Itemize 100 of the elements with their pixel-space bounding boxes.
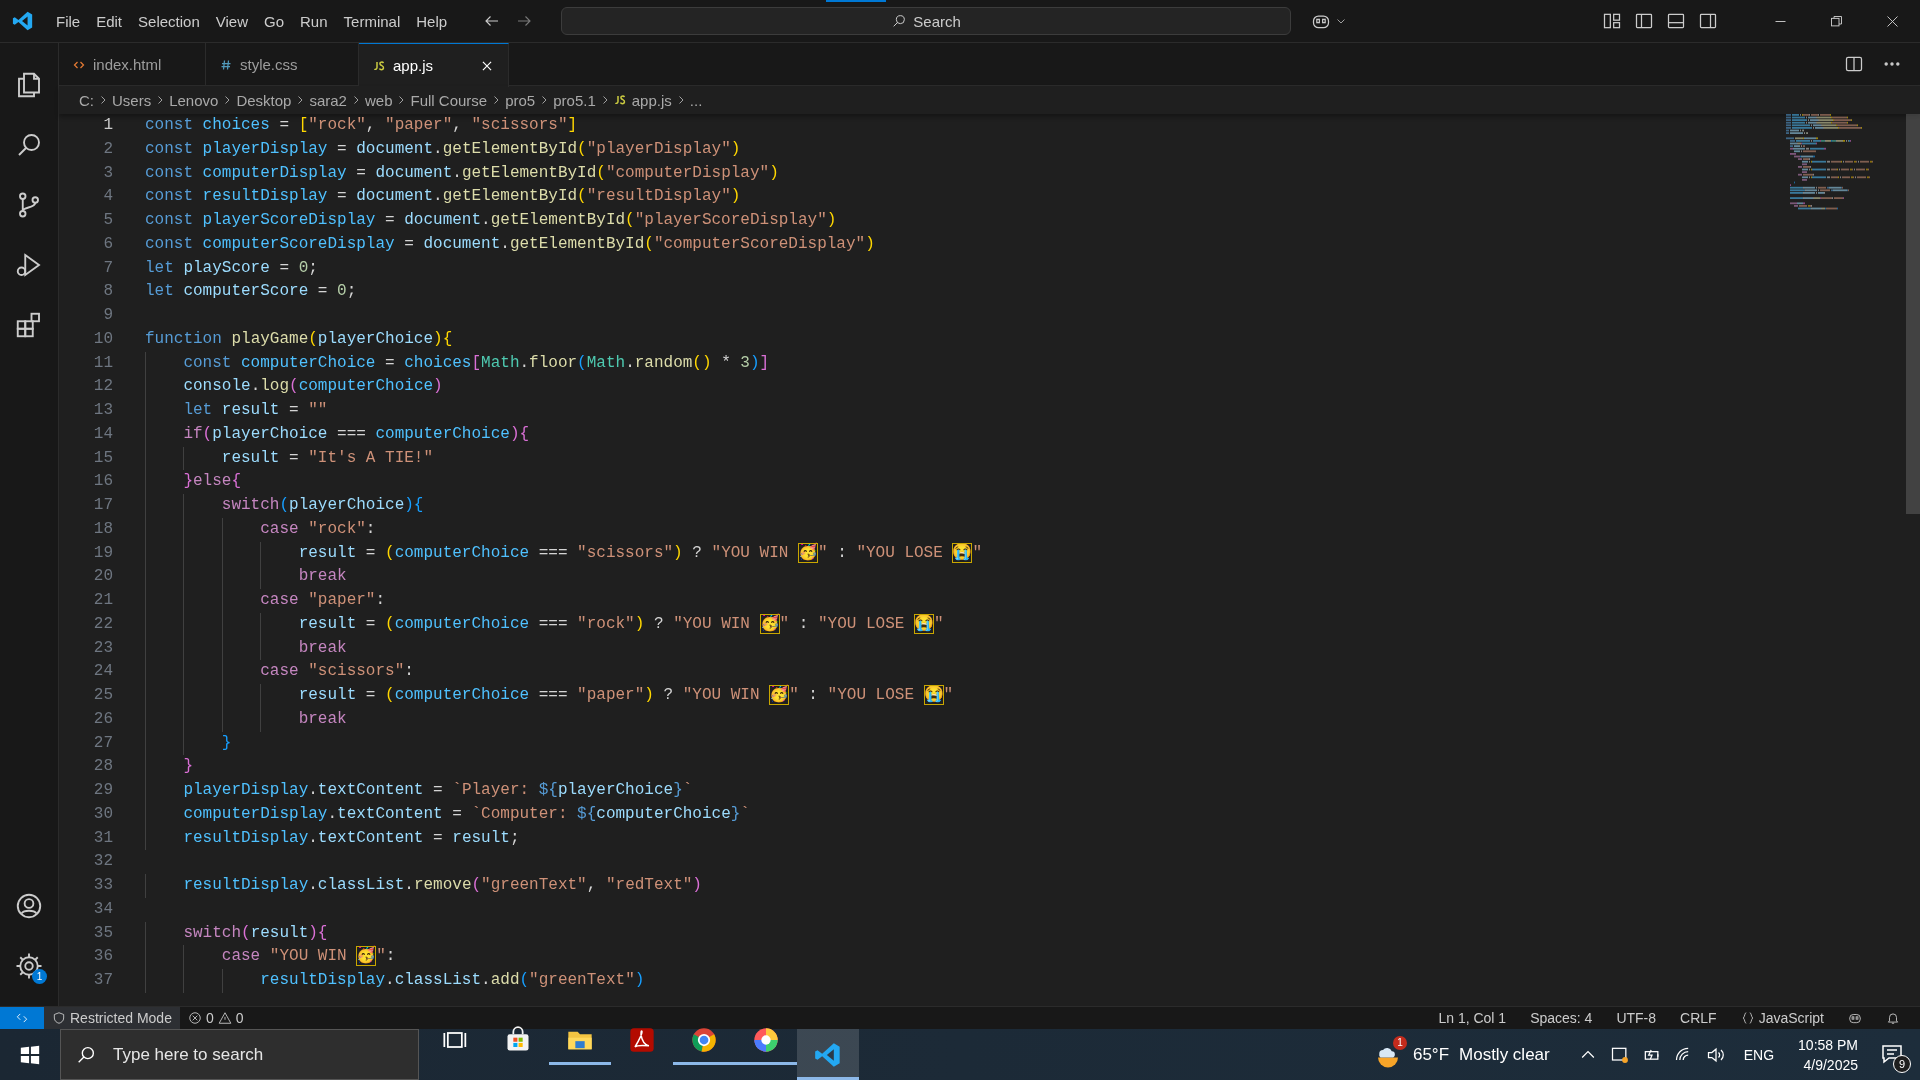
- code-line: result = (computerChoice === "rock") ? "YOU WIN 🥳" : "YOU LOSE 😭": [145, 612, 1920, 637]
- temperature-text: 65°F: [1412, 1044, 1450, 1065]
- bell-icon[interactable]: [1886, 1011, 1900, 1025]
- breadcrumb-item[interactable]: sara2: [309, 91, 347, 109]
- line-number: 36: [92, 946, 113, 968]
- status-item[interactable]: Spaces: 4: [1522, 1007, 1601, 1029]
- code-line: case "scissors":: [145, 660, 1920, 684]
- robot-icon[interactable]: [1848, 1011, 1862, 1025]
- line-number: 23: [92, 637, 113, 659]
- breadcrumb-item[interactable]: pro5.1: [553, 91, 596, 109]
- code-line: const resultDisplay = document.getElementById("resultDisplay"): [145, 186, 742, 208]
- sidebar-left-icon[interactable]: [1634, 11, 1654, 31]
- status-item[interactable]: CRLF: [1672, 1007, 1725, 1029]
- editor-tab[interactable]: index.html: [59, 43, 206, 86]
- code-line: const computerChoice = choices[Math.floor(Math.random() * 3)]: [145, 351, 1920, 376]
- status-item[interactable]: UTF-8: [1608, 1007, 1665, 1029]
- code-line: const playerDisplay = document.getElementById("playerDisplay"): [145, 138, 742, 160]
- line-number: 2: [102, 138, 113, 160]
- scrollbar-thumb[interactable]: [1906, 114, 1920, 514]
- line-number: 13: [92, 400, 113, 421]
- breadcrumb-item[interactable]: Desktop: [236, 91, 292, 109]
- breadcrumb-item[interactable]: Lenovo: [169, 91, 219, 109]
- code-line: break: [145, 565, 1920, 589]
- pdf-icon: [628, 1025, 656, 1054]
- account-icon[interactable]: [14, 891, 44, 921]
- code-line: const computerScoreDisplay = document.getElementById("computerScoreDisplay"): [145, 233, 876, 255]
- code-line: result = "It's A TIE!": [145, 446, 1920, 471]
- settings-icon[interactable]: [14, 951, 44, 981]
- sidebar-right-icon[interactable]: [1698, 11, 1718, 31]
- code-line: break: [145, 707, 1920, 732]
- language-button[interactable]: JavaScript: [1732, 1007, 1832, 1029]
- code-line: case "YOU WIN 🥳":: [145, 945, 1920, 969]
- menu-item[interactable]: Go: [256, 8, 292, 34]
- code-line: const choices = ["rock", "paper", "scissors"]: [145, 115, 579, 136]
- color-wheel-icon: [752, 1025, 780, 1054]
- line-number: 26: [92, 708, 113, 730]
- windows-start-icon[interactable]: [19, 1043, 41, 1066]
- menu-item[interactable]: View: [207, 8, 256, 34]
- restore-icon[interactable]: [1828, 13, 1844, 29]
- code-line: result = (computerChoice === "scissors") ? "YOU WIN 🥳" : "YOU LOSE 😭": [145, 541, 1920, 566]
- line-number: 25: [92, 685, 113, 706]
- notification-badge: 1: [1392, 1035, 1407, 1050]
- menu-item[interactable]: Terminal: [335, 8, 409, 34]
- line-number: 9: [102, 305, 113, 326]
- shield-icon: [52, 1011, 66, 1025]
- breadcrumb-item[interactable]: C:: [79, 91, 94, 109]
- search-input[interactable]: Type here to search: [111, 1043, 395, 1066]
- error-icon: [187, 1011, 202, 1025]
- breadcrumb-item[interactable]: pro5: [505, 91, 536, 109]
- layout-icon[interactable]: [1602, 11, 1622, 31]
- menu-item[interactable]: Run: [292, 8, 336, 34]
- search-field[interactable]: Type here to search: [60, 1029, 419, 1080]
- line-number: 19: [92, 542, 113, 564]
- status-item[interactable]: Ln 1, Col 1: [1430, 1007, 1515, 1029]
- line-number: 7: [102, 257, 113, 279]
- language-indicator[interactable]: ENG: [1743, 1046, 1775, 1063]
- menu-item[interactable]: Edit: [88, 8, 131, 34]
- code-line: result = (computerChoice === "paper") ? "YOU WIN 🥳" : "YOU LOSE 😭": [145, 684, 1920, 708]
- browser-icon: [690, 1025, 718, 1054]
- breadcrumb-item[interactable]: web: [364, 91, 393, 109]
- line-number: 29: [92, 780, 113, 801]
- close-icon[interactable]: [1884, 13, 1900, 29]
- notification-badge: 9: [1893, 1054, 1911, 1073]
- line-number: 30: [92, 803, 113, 825]
- breadcrumb-item[interactable]: Users: [112, 91, 152, 109]
- line-number: 11: [92, 352, 113, 374]
- menu-item[interactable]: Selection: [130, 8, 208, 34]
- line-number: 1: [102, 115, 113, 136]
- code-line: }else{: [145, 470, 1920, 494]
- breadcrumb-item[interactable]: ...: [689, 91, 703, 109]
- menu-item[interactable]: Help: [408, 8, 456, 34]
- restricted-mode-button[interactable]: Restricted Mode: [44, 1007, 180, 1029]
- menu-item[interactable]: File: [48, 8, 89, 34]
- code-line: computerDisplay.textContent = `Computer: ${computerChoice}`: [145, 802, 1920, 827]
- code-line: case "paper":: [145, 589, 1920, 613]
- editor-tab[interactable]: app.js: [359, 43, 509, 87]
- code-line: let playScore = 0;: [145, 257, 319, 279]
- code-line: switch(playerChoice){: [145, 494, 1920, 518]
- search-bar[interactable]: Search: [561, 7, 1292, 35]
- split-editor-icon[interactable]: [1844, 54, 1864, 74]
- notification-badge: 1: [32, 969, 47, 984]
- line-number: 28: [92, 756, 113, 778]
- line-number: 20: [92, 566, 113, 588]
- code-line: break: [145, 636, 1920, 661]
- breadcrumb-item[interactable]: app.js: [613, 91, 672, 109]
- code-line: function playGame(playerChoice){: [145, 328, 454, 350]
- problems-button[interactable]: 0 0: [179, 1007, 252, 1029]
- line-number: 31: [92, 827, 113, 849]
- clock-date[interactable]: 4/9/2025: [1803, 1054, 1858, 1075]
- line-number: 18: [92, 518, 113, 540]
- line-number: 14: [92, 423, 113, 445]
- line-number: 22: [92, 613, 113, 635]
- panel-icon[interactable]: [1666, 11, 1686, 31]
- js-file-icon: [373, 59, 385, 72]
- line-number: 24: [92, 661, 113, 683]
- code-line: if(playerChoice === computerChoice){: [145, 422, 1920, 447]
- clock-time[interactable]: 10:58 PM: [1798, 1034, 1858, 1055]
- vscode-logo-icon: [12, 10, 34, 32]
- breadcrumb-item[interactable]: Full Course: [410, 91, 488, 109]
- warning-icon: [217, 1011, 232, 1025]
